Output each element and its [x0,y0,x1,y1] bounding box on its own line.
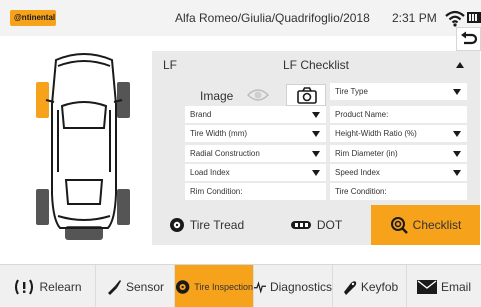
tire-type-select[interactable]: Tire Type [330,83,467,100]
tab-checklist[interactable]: Checklist [371,205,480,245]
back-arrow-icon [461,31,478,45]
nav-sensor[interactable]: Sensor [96,265,175,307]
email-icon [416,279,437,294]
height-width-ratio-select[interactable]: Height-Width Ratio (%) [330,125,467,142]
vehicle-diagram[interactable] [28,44,140,244]
continental-logo: @ntinental [10,10,56,26]
speed-index-select[interactable]: Speed Index [330,164,467,181]
chevron-down-icon [312,112,320,118]
brand-select[interactable]: Brand [185,106,326,123]
tire-lr[interactable] [36,189,49,225]
chevron-down-icon [312,151,320,157]
wifi-icon [445,10,465,27]
camera-button[interactable] [286,84,326,106]
load-index-select[interactable]: Load Index [185,164,326,181]
sensor-icon [107,279,121,295]
clock: 2:31 PM [392,11,437,25]
checklist-icon [390,217,408,234]
tpms-warning-icon [15,279,34,294]
chevron-down-icon [312,170,320,176]
chevron-down-icon [312,131,320,137]
back-button[interactable] [456,27,481,51]
tire-icon [169,218,184,232]
car-body [45,53,123,229]
tab-tire-tread[interactable]: Tire Tread [152,205,261,245]
nav-relearn[interactable]: Relearn [0,265,96,307]
keyfob-icon [343,280,357,295]
chevron-down-icon [453,131,461,137]
camera-icon [297,87,317,104]
dot-icon [290,221,311,229]
tire-width-select[interactable]: Tire Width (mm) [185,125,326,142]
chevron-down-icon [453,170,461,176]
rim-diameter-select[interactable]: Rim Diameter (in) [330,145,467,162]
tire-condition-field[interactable]: Tire Condition: [330,183,467,200]
collapse-icon[interactable] [456,62,464,68]
nav-email[interactable]: Email [407,265,481,307]
nav-tire-inspection[interactable]: Tire Inspection [175,265,254,307]
image-label: Image [200,89,234,103]
chevron-down-icon [453,151,461,157]
tire-icon [175,279,190,294]
inspection-tabs: Tire Tread DOT Checklist [152,205,480,245]
nav-keyfob[interactable]: Keyfob [333,265,407,307]
status-bar: @ntinental Alfa Romeo/Giulia/Quadrifogli… [0,0,481,36]
radial-construction-select[interactable]: Radial Construction [185,145,326,162]
vehicle-path: Alfa Romeo/Giulia/Quadrifoglio/2018 [175,11,370,25]
tire-rr[interactable] [117,189,130,225]
product-name-field[interactable]: Product Name: [330,106,467,123]
tab-dot[interactable]: DOT [261,205,371,245]
pulse-icon [254,280,266,294]
rim-condition-field[interactable]: Rim Condition: [185,183,326,200]
panel-title: LF Checklist [282,58,350,72]
battery-icon [467,12,481,23]
nav-diagnostics[interactable]: Diagnostics [254,265,333,307]
bottom-navigation: Relearn Sensor Tire Inspection Diagnosti… [0,264,481,307]
chevron-down-icon [453,89,461,95]
eye-icon[interactable] [247,86,269,104]
